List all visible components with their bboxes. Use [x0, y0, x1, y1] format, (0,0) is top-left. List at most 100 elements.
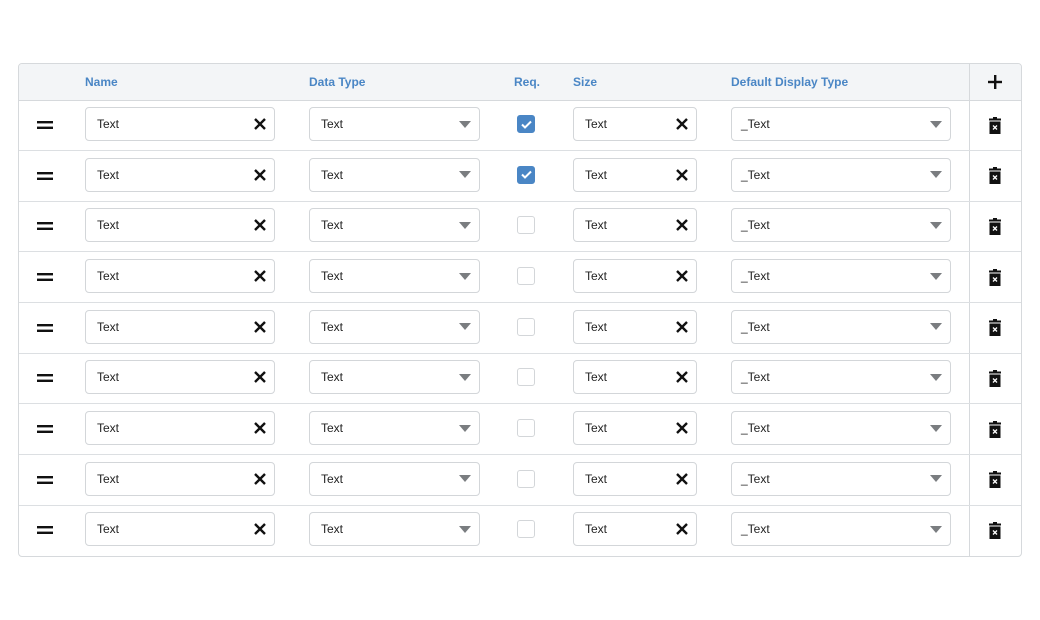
caret-down-icon [930, 525, 942, 533]
data-type-select[interactable]: Text [309, 512, 480, 547]
data-type-select[interactable]: Text [309, 107, 480, 141]
size-input[interactable]: Text [573, 461, 697, 496]
clear-x-icon [254, 320, 266, 333]
caret-down-icon [459, 171, 471, 179]
default-display-type-select[interactable]: _Text [731, 309, 951, 344]
data-type-select[interactable]: Text [309, 259, 480, 293]
clear-name-button[interactable] [254, 108, 266, 140]
default-display-type-value: _Text [741, 370, 770, 385]
name-input[interactable]: Text [85, 309, 275, 344]
drag-handle[interactable] [19, 201, 71, 251]
delete-row-button[interactable] [969, 505, 1021, 555]
required-checkbox[interactable] [517, 165, 535, 184]
clear-name-button[interactable] [254, 311, 266, 343]
name-input[interactable]: Text [85, 461, 275, 496]
size-input[interactable]: Text [573, 259, 697, 293]
delete-row-button[interactable] [969, 201, 1021, 251]
size-input[interactable]: Text [573, 107, 697, 141]
name-input[interactable]: Text [85, 208, 275, 243]
default-display-type-dropdown [930, 361, 942, 393]
required-checkbox[interactable] [517, 520, 535, 539]
size-input[interactable]: Text [573, 157, 697, 192]
clear-size-button[interactable] [676, 463, 688, 495]
size-input[interactable]: Text [573, 208, 697, 243]
trash-icon [989, 268, 1001, 286]
data-type-value: Text [321, 522, 344, 537]
default-display-type-select[interactable]: _Text [731, 107, 951, 141]
clear-size-button[interactable] [676, 513, 688, 545]
default-display-type-select[interactable]: _Text [731, 259, 951, 293]
drag-handle[interactable] [19, 151, 71, 201]
clear-name-button[interactable] [254, 209, 266, 241]
size-input[interactable]: Text [573, 360, 697, 395]
data-type-dropdown [459, 513, 471, 545]
clear-size-button[interactable] [676, 311, 688, 343]
default-display-type-select[interactable]: _Text [731, 157, 951, 192]
delete-row-button[interactable] [969, 404, 1021, 454]
drag-handle[interactable] [19, 303, 71, 353]
trash-icon [989, 521, 1001, 539]
name-input[interactable]: Text [85, 512, 275, 547]
required-checkbox[interactable] [517, 216, 535, 235]
clear-x-icon [676, 168, 688, 181]
size-input[interactable]: Text [573, 309, 697, 344]
delete-row-button[interactable] [969, 151, 1021, 201]
required-checkbox[interactable] [517, 368, 535, 387]
required-checkbox[interactable] [517, 317, 535, 336]
delete-row-button[interactable] [969, 303, 1021, 353]
size-input[interactable]: Text [573, 411, 697, 446]
default-display-type-value: _Text [741, 167, 770, 182]
drag-handle[interactable] [19, 404, 71, 454]
delete-row-button[interactable] [969, 455, 1021, 505]
drag-handle-icon [37, 323, 53, 332]
required-checkbox[interactable] [517, 267, 535, 285]
name-value: Text [97, 471, 120, 486]
data-type-select[interactable]: Text [309, 309, 480, 344]
delete-row-button[interactable] [969, 252, 1021, 302]
delete-row-button[interactable] [969, 100, 1021, 150]
size-input[interactable]: Text [573, 512, 697, 547]
name-input[interactable]: Text [85, 157, 275, 192]
name-input[interactable]: Text [85, 411, 275, 446]
required-checkbox[interactable] [517, 469, 535, 488]
clear-name-button[interactable] [254, 513, 266, 545]
delete-row-button[interactable] [969, 353, 1021, 403]
drag-handle[interactable] [19, 252, 71, 302]
caret-down-icon [930, 221, 942, 229]
required-checkbox[interactable] [517, 419, 535, 438]
clear-name-button[interactable] [254, 361, 266, 393]
default-display-type-select[interactable]: _Text [731, 512, 951, 547]
clear-size-button[interactable] [676, 209, 688, 241]
clear-size-button[interactable] [676, 361, 688, 393]
data-type-select[interactable]: Text [309, 157, 480, 192]
default-display-type-select[interactable]: _Text [731, 360, 951, 395]
clear-size-button[interactable] [676, 260, 688, 292]
default-display-type-select[interactable]: _Text [731, 411, 951, 446]
name-input[interactable]: Text [85, 259, 275, 293]
name-value: Text [97, 370, 120, 385]
data-type-select[interactable]: Text [309, 461, 480, 496]
clear-name-button[interactable] [254, 463, 266, 495]
clear-name-button[interactable] [254, 412, 266, 444]
clear-size-button[interactable] [676, 412, 688, 444]
data-type-dropdown [459, 209, 471, 241]
clear-name-button[interactable] [254, 260, 266, 292]
drag-handle[interactable] [19, 353, 71, 403]
default-display-type-select[interactable]: _Text [731, 208, 951, 243]
size-value: Text [585, 421, 608, 436]
drag-handle[interactable] [19, 505, 71, 555]
name-input[interactable]: Text [85, 360, 275, 395]
drag-handle[interactable] [19, 455, 71, 505]
clear-size-button[interactable] [676, 159, 688, 191]
default-display-type-select[interactable]: _Text [731, 461, 951, 496]
clear-name-button[interactable] [254, 159, 266, 191]
drag-handle[interactable] [19, 100, 71, 150]
data-type-select[interactable]: Text [309, 208, 480, 243]
data-type-select[interactable]: Text [309, 360, 480, 395]
data-type-select[interactable]: Text [309, 411, 480, 446]
clear-x-icon [254, 422, 266, 434]
add-row-button[interactable] [969, 64, 1021, 100]
required-checkbox[interactable] [517, 115, 535, 133]
clear-size-button[interactable] [676, 108, 688, 140]
name-input[interactable]: Text [85, 107, 275, 141]
